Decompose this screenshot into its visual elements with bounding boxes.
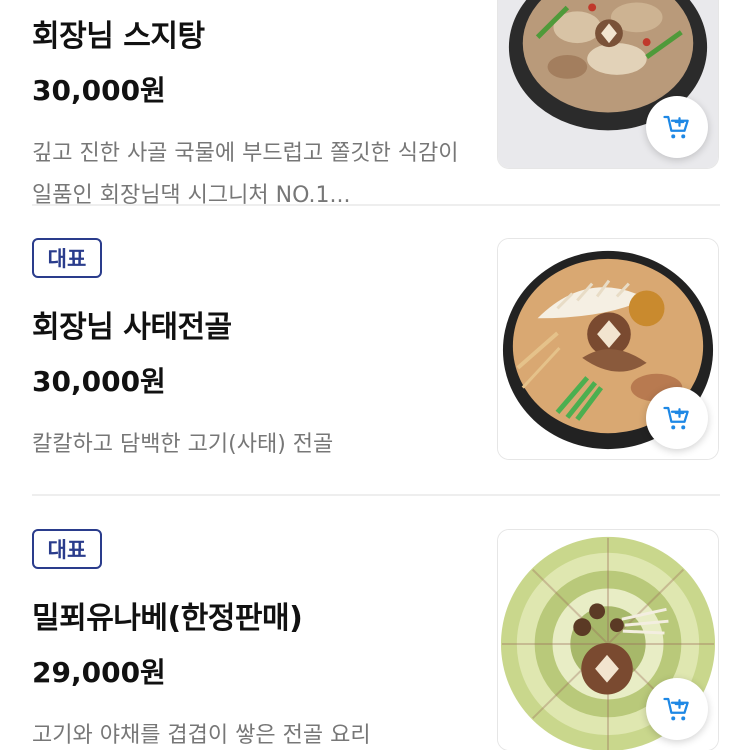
menu-item-photo[interactable] <box>497 529 719 750</box>
menu-item[interactable]: 대표 회장님 사태전골 30,000원 칼칼하고 담백한 고기(사태) 전골 <box>0 206 750 496</box>
add-to-cart-icon <box>663 406 689 430</box>
menu-item-description: 칼칼하고 담백한 고기(사태) 전골 <box>32 432 334 457</box>
menu-item-description: 고기와 야채를 겹겹이 쌓은 전골 요리 <box>32 723 371 748</box>
divider <box>32 494 720 496</box>
add-to-cart-button[interactable] <box>646 678 708 740</box>
menu-item-name: 회장님 스지탕 <box>32 19 205 54</box>
menu-item-name: 밀푀유나베(한정판매) <box>32 601 303 636</box>
menu-item[interactable]: 회장님 스지탕 30,000원 깊고 진한 사골 국물에 부드럽고 쫄깃한 식감… <box>0 0 750 208</box>
menu-item-name: 회장님 사태전골 <box>32 310 232 345</box>
menu-item[interactable]: 대표 밀푀유나베(한정판매) 29,000원 고기와 야채를 겹겹이 쌓은 전골… <box>0 497 750 750</box>
menu-item-photo[interactable] <box>497 0 719 169</box>
menu-item-price: 30,000원 <box>32 74 166 107</box>
menu-item-price: 29,000원 <box>32 656 166 689</box>
menu-list: 회장님 스지탕 30,000원 깊고 진한 사골 국물에 부드럽고 쫄깃한 식감… <box>0 0 750 750</box>
menu-item-price: 30,000원 <box>32 365 166 398</box>
menu-item-photo[interactable] <box>497 238 719 460</box>
add-to-cart-button[interactable] <box>646 96 708 158</box>
add-to-cart-icon <box>663 115 689 139</box>
signature-badge: 대표 <box>32 529 102 569</box>
add-to-cart-button[interactable] <box>646 387 708 449</box>
add-to-cart-icon <box>663 697 689 721</box>
signature-badge: 대표 <box>32 238 102 278</box>
